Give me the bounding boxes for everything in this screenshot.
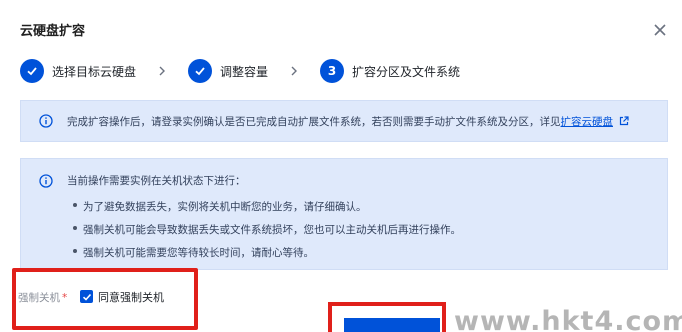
step-select-disk: 选择目标云硬盘	[20, 59, 136, 83]
docs-link[interactable]: 扩容云硬盘	[561, 116, 614, 128]
force-shutdown-label: 强制关机 *	[18, 290, 67, 305]
warning-banner: 当前操作需要实例在关机状态下进行： 为了避免数据丢失，实例将关机中断您的业务，请…	[20, 158, 668, 270]
notice-body: 完成扩容操作后，请登录实例确认是否已完成自动扩展文件系统，若否则需要手动扩文件系…	[67, 115, 561, 128]
force-shutdown-checkbox[interactable]	[80, 290, 93, 303]
list-item-text: 强制关机可能会导致数据丢失或文件系统损坏，您也可以主动关机后再进行操作。	[83, 224, 461, 236]
list-item-text: 强制关机可能需要您等待较长时间，请耐心等待。	[83, 247, 314, 259]
warning-heading: 当前操作需要实例在关机状态下进行：	[39, 173, 246, 188]
external-link-icon[interactable]	[619, 115, 629, 126]
watermark: www.hkt4.com	[454, 306, 682, 332]
step-done-circle	[188, 59, 213, 83]
required-mark: *	[62, 292, 68, 304]
notice-banner: 完成扩容操作后，请登录实例确认是否已完成自动扩展文件系统，若否则需要手动扩文件系…	[20, 100, 668, 142]
step-adjust-capacity: 调整容量	[188, 59, 268, 83]
chevron-right-icon	[159, 66, 166, 76]
step-label: 调整容量	[220, 64, 269, 79]
stepper: 选择目标云硬盘 调整容量 3 扩容分区及文件系统	[20, 58, 460, 84]
step-done-circle	[20, 59, 44, 83]
notice-text: 完成扩容操作后，请登录实例确认是否已完成自动扩展文件系统，若否则需要手动扩文件系…	[67, 114, 629, 129]
info-icon	[39, 114, 53, 128]
warning-heading-text: 当前操作需要实例在关机状态下进行：	[67, 175, 246, 187]
step-label: 扩容分区及文件系统	[352, 64, 461, 79]
force-shutdown-label-text: 强制关机	[18, 292, 60, 304]
list-item-text: 为了避免数据丢失，实例将关机中断您的业务，请仔细确认。	[83, 201, 367, 213]
check-icon	[195, 67, 205, 76]
chevron-right-icon	[291, 66, 298, 76]
list-item: 为了避免数据丢失，实例将关机中断您的业务，请仔细确认。	[73, 197, 461, 220]
step-number-circle: 3	[320, 59, 345, 83]
check-icon	[27, 67, 37, 76]
step-expand-partition: 3 扩容分区及文件系统	[320, 59, 460, 83]
step-label: 选择目标云硬盘	[52, 64, 137, 79]
info-icon	[39, 173, 53, 188]
check-icon	[82, 293, 91, 301]
list-item: 强制关机可能会导致数据丢失或文件系统损坏，您也可以主动关机后再进行操作。	[73, 220, 461, 243]
force-shutdown-checkbox-label[interactable]: 同意强制关机	[98, 289, 164, 305]
warning-list: 为了避免数据丢失，实例将关机中断您的业务，请仔细确认。 强制关机可能会导致数据丢…	[73, 197, 461, 266]
next-button[interactable]	[344, 318, 440, 332]
close-icon[interactable]	[652, 22, 668, 38]
dialog-title: 云硬盘扩容	[20, 24, 86, 39]
expand-disk-dialog: 云硬盘扩容 选择目标云硬盘 调整容量 3 扩容分区及文件系统 完成扩容操作后，请…	[0, 0, 682, 332]
list-item: 强制关机可能需要您等待较长时间，请耐心等待。	[73, 243, 461, 266]
